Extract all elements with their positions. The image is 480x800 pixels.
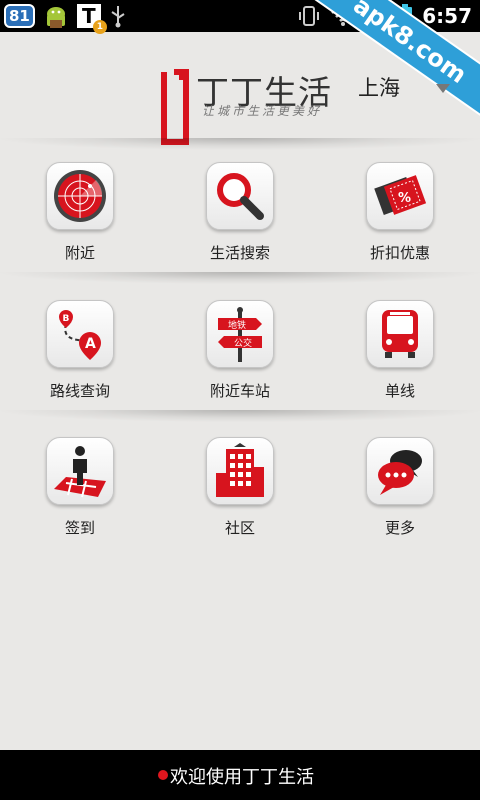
usb-icon	[111, 6, 125, 28]
sign-bus-label: 公交	[234, 337, 252, 349]
bus-icon	[382, 310, 418, 358]
signpost-icon: 地铁 公交	[218, 307, 262, 362]
sign-subway-label: 地铁	[228, 319, 246, 331]
header: 丁丁生活 让城市生活更美好 上海	[0, 32, 480, 145]
divider	[0, 272, 480, 284]
chat-bubbles-icon	[378, 450, 422, 495]
tile-life-search[interactable]: 生活搜索	[180, 162, 300, 272]
tile-single-line[interactable]: 单线	[340, 300, 460, 410]
tile-label: 单线	[384, 382, 415, 400]
tile-discounts[interactable]: % 折扣优惠	[340, 162, 460, 272]
city-label: 上海	[358, 76, 400, 100]
building-icon	[216, 443, 264, 497]
divider	[0, 138, 480, 150]
tile-label: 附近车站	[209, 382, 270, 400]
notification-count-badge[interactable]: 81	[4, 4, 35, 28]
tile-checkin[interactable]: 签到	[20, 437, 140, 547]
footer-bar: 欢迎使用丁丁生活	[0, 750, 480, 800]
tile-label: 附近	[64, 244, 95, 262]
tile-label: 折扣优惠	[369, 244, 430, 262]
city-selector[interactable]: 上海	[358, 72, 458, 106]
tile-nearby[interactable]: 附近	[20, 162, 140, 272]
app-slogan: 让城市生活更美好	[202, 104, 323, 118]
app-logo-icon	[161, 69, 189, 145]
divider	[0, 410, 480, 422]
tile-label: 生活搜索	[209, 244, 270, 262]
tile-community[interactable]: 社区	[180, 437, 300, 547]
vibrate-icon	[299, 6, 320, 26]
chevron-down-icon	[436, 84, 450, 93]
t-app-icon[interactable]: T1	[76, 4, 107, 34]
checkin-person-icon	[54, 446, 106, 498]
clock: 6:57	[422, 4, 472, 28]
route-icon: B A	[59, 310, 101, 360]
status-dot-icon	[158, 770, 168, 780]
tile-label: 更多	[384, 519, 415, 537]
android-icon[interactable]	[43, 3, 69, 29]
tile-label: 签到	[64, 519, 95, 537]
radar-icon	[54, 170, 106, 222]
route-end-badge: A	[85, 336, 96, 352]
tile-label: 社区	[224, 519, 255, 537]
tile-label: 路线查询	[49, 382, 110, 400]
tile-nearby-stations[interactable]: 地铁 公交 附近车站	[180, 300, 300, 410]
svg-text:%: %	[398, 191, 411, 206]
magnifier-icon	[217, 173, 264, 220]
tile-more[interactable]: 更多	[340, 437, 460, 547]
discount-ticket-icon: %	[374, 175, 427, 215]
route-start-badge: B	[63, 314, 70, 324]
tile-route-query[interactable]: B A 路线查询	[20, 300, 140, 410]
welcome-message: 欢迎使用丁丁生活	[170, 767, 314, 788]
